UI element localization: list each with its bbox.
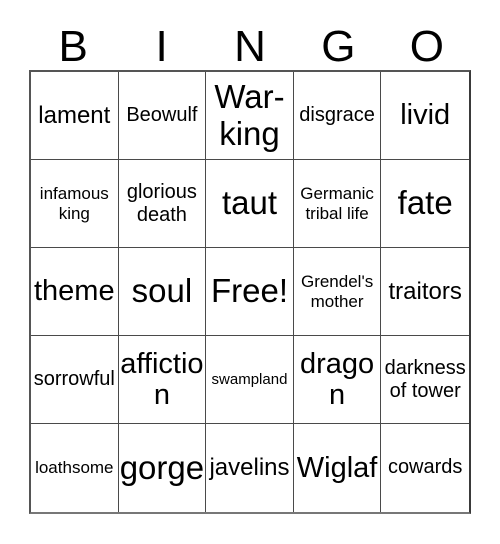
bingo-cell[interactable]: affiction (118, 336, 207, 424)
bingo-cell[interactable]: gorge (118, 424, 207, 512)
bingo-card: B I N G O lament Beowulf War-king disgrace l… (0, 0, 500, 544)
bingo-cell[interactable]: darkness of tower (381, 336, 469, 424)
bingo-cell[interactable]: infamous king (31, 160, 119, 248)
bingo-cell-label: sorrowful (33, 367, 115, 390)
bingo-cell-label: dragon (300, 347, 375, 411)
bingo-cell[interactable]: swampland (206, 336, 294, 424)
bingo-cell[interactable]: glorious death (118, 160, 207, 248)
bingo-cell-label: gorge (119, 448, 205, 486)
bingo-header-row: B I N G O (29, 18, 471, 70)
bingo-cell-label: fate (397, 184, 453, 222)
bingo-cell[interactable]: Germanic tribal life (293, 160, 382, 248)
bingo-cell[interactable]: lament (31, 72, 119, 160)
bingo-cell[interactable]: sorrowful (31, 336, 119, 424)
bingo-cell-label: Beowulf (126, 103, 198, 126)
bingo-cell[interactable]: loathsome (31, 424, 119, 512)
header-letter-o: O (409, 22, 444, 71)
bingo-cell-free-space[interactable]: Free! (206, 248, 294, 336)
bingo-cell[interactable]: soul (118, 248, 207, 336)
bingo-cell[interactable]: taut (206, 160, 294, 248)
bingo-cell-label: taut (221, 184, 278, 222)
bingo-cell-label: darkness of tower (384, 357, 466, 402)
header-letter-i: I (155, 22, 168, 71)
bingo-cell-label: glorious death (126, 181, 197, 226)
bingo-cell-label: disgrace (299, 103, 375, 126)
bingo-cell-label: javelins (209, 454, 290, 482)
bingo-cell[interactable]: disgrace (293, 72, 382, 160)
bingo-cell[interactable]: Grendel's mother (293, 248, 382, 336)
bingo-cell[interactable]: traitors (381, 248, 469, 336)
bingo-cell-label: cowards (387, 456, 463, 479)
bingo-cell-label: Germanic tribal life (300, 184, 374, 223)
header-letter-b: B (58, 22, 88, 71)
bingo-cell-label: lament (38, 101, 111, 129)
header-letter-n: N (234, 22, 266, 71)
bingo-cell-label: affiction (120, 347, 204, 411)
bingo-cell-label: swampland (211, 370, 288, 388)
bingo-cell[interactable]: livid (381, 72, 469, 160)
bingo-cell[interactable]: javelins (206, 424, 294, 512)
bingo-cell[interactable]: fate (381, 160, 469, 248)
bingo-cell[interactable]: theme (31, 248, 119, 336)
bingo-cell-label: War-king (214, 77, 285, 152)
bingo-cell-label: loathsome (35, 457, 114, 477)
bingo-cell[interactable]: Beowulf (118, 72, 207, 160)
bingo-cell-label: livid (400, 99, 451, 132)
bingo-cell-label: Free! (210, 272, 288, 310)
bingo-cell-label: Grendel's mother (300, 272, 374, 311)
bingo-grid: lament Beowulf War-king disgrace livid infamo… (29, 70, 471, 514)
bingo-cell[interactable]: cowards (381, 424, 469, 512)
bingo-cell[interactable]: War-king (206, 72, 294, 160)
bingo-cell[interactable]: Wiglaf (293, 424, 382, 512)
bingo-cell-label: infamous king (39, 184, 109, 223)
bingo-cell-label: Wiglaf (296, 451, 378, 484)
header-letter-g: G (321, 22, 356, 71)
bingo-cell-label: traitors (388, 277, 462, 305)
bingo-cell-label: soul (131, 272, 193, 310)
bingo-cell[interactable]: dragon (293, 336, 382, 424)
bingo-cell-label: theme (33, 275, 115, 308)
